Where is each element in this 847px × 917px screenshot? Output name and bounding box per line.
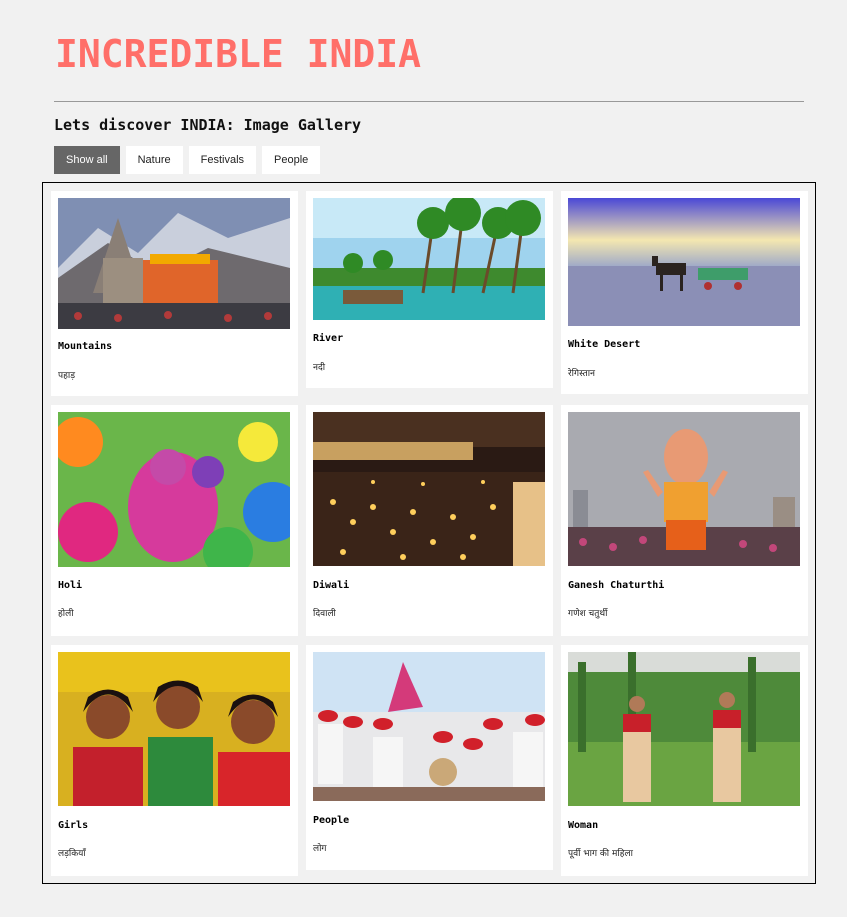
mountains-image[interactable] — [58, 198, 290, 329]
gallery-card[interactable]: Holi होली — [51, 405, 298, 636]
divider — [54, 101, 804, 102]
card-title: River — [313, 333, 344, 344]
card-title: Diwali — [313, 580, 350, 591]
card-caption: दिवाली — [313, 609, 336, 619]
gallery-card[interactable]: Ganesh Chaturthi गणेश चतुर्थी — [561, 405, 808, 636]
card-caption: पहाड़ — [58, 371, 76, 381]
page-title: INCREDIBLE INDIA — [55, 32, 422, 76]
gallery-card[interactable]: Woman पूर्वी भाग की महिला — [561, 645, 808, 876]
card-caption: होली — [58, 609, 74, 619]
card-title: People — [313, 815, 350, 826]
river-image[interactable] — [313, 198, 545, 320]
filter-show-all-button[interactable]: Show all — [54, 146, 120, 174]
filter-nature-button[interactable]: Nature — [125, 146, 183, 174]
card-title: White Desert — [568, 339, 641, 350]
card-caption: लोग — [313, 844, 327, 854]
card-caption: रेगिस्तान — [568, 369, 596, 379]
gallery-subtitle: Lets discover INDIA: Image Gallery — [54, 116, 362, 134]
filter-bar: Show all Nature Festivals People — [54, 146, 321, 174]
filter-festivals-button[interactable]: Festivals — [188, 146, 257, 174]
card-caption: नदी — [313, 363, 326, 373]
gallery-card[interactable]: Diwali दिवाली — [306, 405, 553, 636]
card-title: Woman — [568, 820, 599, 831]
gallery-card[interactable]: Girls लड़कियाँ — [51, 645, 298, 876]
card-title: Girls — [58, 820, 89, 831]
gallery-card[interactable]: White Desert रेगिस्तान — [561, 191, 808, 394]
card-caption: पूर्वी भाग की महिला — [568, 849, 633, 859]
woman-image[interactable] — [568, 652, 800, 806]
card-caption: लड़कियाँ — [58, 849, 86, 859]
people-image[interactable] — [313, 652, 545, 801]
card-title: Holi — [58, 580, 83, 591]
image-gallery: Mountains पहाड़ River नदी White Desert र… — [42, 182, 816, 884]
gallery-card[interactable]: People लोग — [306, 645, 553, 870]
gallery-card[interactable]: River नदी — [306, 191, 553, 388]
card-caption: गणेश चतुर्थी — [568, 609, 608, 619]
white-desert-image[interactable] — [568, 198, 800, 326]
holi-image[interactable] — [58, 412, 290, 567]
card-title: Ganesh Chaturthi — [568, 580, 665, 591]
diwali-image[interactable] — [313, 412, 545, 566]
card-title: Mountains — [58, 341, 113, 352]
gallery-card[interactable]: Mountains पहाड़ — [51, 191, 298, 396]
filter-people-button[interactable]: People — [262, 146, 321, 174]
ganesh-chaturthi-image[interactable] — [568, 412, 800, 566]
girls-image[interactable] — [58, 652, 290, 806]
